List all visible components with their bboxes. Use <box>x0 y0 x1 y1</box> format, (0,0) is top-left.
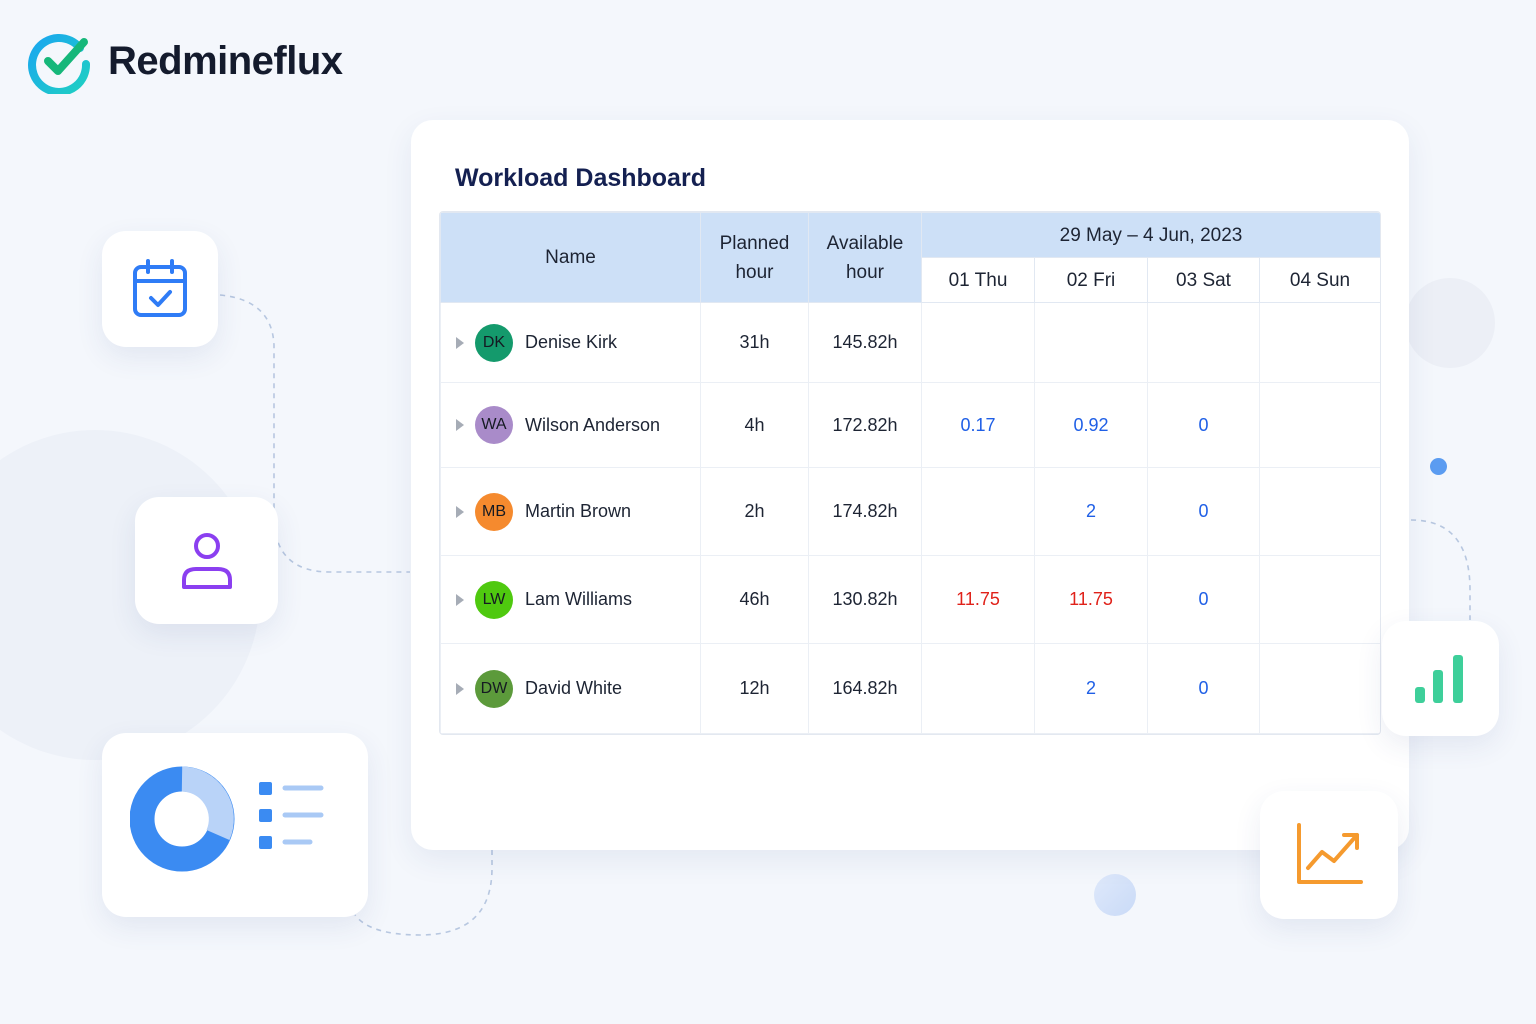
table-row[interactable]: DW David White 12h 164.82h 2 0 <box>440 643 1380 734</box>
planned-hour-cell: 12h <box>700 643 809 734</box>
decor-dot <box>1430 458 1447 475</box>
check-circle-logo-icon <box>28 34 91 94</box>
day-hours-cell <box>1147 302 1260 383</box>
table-row[interactable]: MB Martin Brown 2h 174.82h 2 0 <box>440 467 1380 556</box>
calendar-check-icon <box>133 259 187 317</box>
name-cell: WA Wilson Anderson <box>440 382 701 468</box>
column-header-day: 03 Sat <box>1147 257 1260 303</box>
day-hours-cell: 0 <box>1147 382 1260 468</box>
day-hours-cell <box>1034 302 1148 383</box>
column-header-day: 04 Sun <box>1259 257 1380 303</box>
calendar-card <box>102 231 218 347</box>
trend-card <box>1260 791 1398 919</box>
available-hour-cell: 174.82h <box>808 467 922 556</box>
column-header-available-hour[interactable]: Available hour <box>808 212 922 303</box>
day-hours-cell <box>921 302 1035 383</box>
day-hours-cell: 0 <box>1147 555 1260 644</box>
user-name: Wilson Anderson <box>525 414 661 435</box>
column-header-planned-hour[interactable]: Planned hour <box>700 212 809 303</box>
day-hours-cell <box>921 643 1035 734</box>
user-card <box>135 497 278 624</box>
table-row[interactable]: LW Lam Williams 46h 130.82h 11.75 11.75 0 <box>440 555 1380 644</box>
avatar: DW <box>475 669 513 708</box>
brand: Redmineflux <box>28 28 343 94</box>
day-hours-cell: 2 <box>1034 643 1148 734</box>
day-hours-cell: 11.75 <box>921 555 1035 644</box>
available-hour-cell: 145.82h <box>808 302 922 383</box>
available-hour-cell: 164.82h <box>808 643 922 734</box>
column-header-date-range: 29 May – 4 Jun, 2023 <box>921 212 1380 258</box>
name-cell: DK Denise Kirk <box>440 302 701 383</box>
avatar: MB <box>475 492 513 531</box>
column-header-name[interactable]: Name <box>440 212 701 303</box>
planned-hour-cell: 46h <box>700 555 809 644</box>
planned-hour-cell: 4h <box>700 382 809 468</box>
day-hours-cell <box>921 467 1035 556</box>
day-hours-cell: 0.92 <box>1034 382 1148 468</box>
day-hours-cell: 11.75 <box>1034 555 1148 644</box>
avatar: DK <box>475 323 513 362</box>
available-hour-cell: 130.82h <box>808 555 922 644</box>
workload-table: Name Planned hour Available hour 29 May – … <box>439 211 1381 735</box>
expand-arrow-icon[interactable] <box>456 593 464 606</box>
user-name: Lam Williams <box>525 589 633 609</box>
available-hour-cell: 172.82h <box>808 382 922 468</box>
expand-arrow-icon[interactable] <box>456 682 464 695</box>
day-hours-cell: 0.17 <box>921 382 1035 468</box>
avatar: LW <box>475 580 513 619</box>
day-hours-cell <box>1259 382 1380 468</box>
workload-dashboard-card: Workload Dashboard Name Planned hour Avai… <box>411 120 1409 850</box>
expand-arrow-icon[interactable] <box>456 336 464 349</box>
name-cell: MB Martin Brown <box>440 467 701 556</box>
day-hours-cell <box>1259 302 1380 383</box>
day-hours-cell <box>1259 555 1380 644</box>
user-name: Martin Brown <box>525 501 632 521</box>
day-hours-cell: 0 <box>1147 643 1260 734</box>
column-header-day: 02 Fri <box>1034 257 1148 303</box>
day-hours-cell: 2 <box>1034 467 1148 556</box>
day-hours-cell <box>1259 643 1380 734</box>
expand-arrow-icon[interactable] <box>456 419 464 431</box>
expand-arrow-icon[interactable] <box>456 505 464 518</box>
planned-hour-cell: 31h <box>700 302 809 383</box>
avatar: WA <box>475 406 513 444</box>
bar-chart-icon <box>1414 654 1463 703</box>
background-blob <box>1405 278 1495 368</box>
bar-chart-card <box>1382 621 1499 736</box>
decor-dot <box>1094 874 1136 916</box>
name-cell: LW Lam Williams <box>440 555 701 644</box>
column-header-day: 01 Thu <box>921 257 1035 303</box>
dashboard-title: Workload Dashboard <box>455 164 706 192</box>
donut-chart-card <box>102 733 368 917</box>
day-hours-cell <box>1259 467 1380 556</box>
trend-up-icon <box>1297 823 1363 884</box>
table-row[interactable]: DK Denise Kirk 31h 145.82h <box>440 302 1380 383</box>
donut-chart-list-icon <box>130 766 324 872</box>
user-icon <box>181 532 232 589</box>
brand-name: Redmineflux <box>108 38 343 83</box>
planned-hour-cell: 2h <box>700 467 809 556</box>
user-name: Denise Kirk <box>525 332 618 352</box>
user-name: David White <box>525 678 623 698</box>
name-cell: DW David White <box>440 643 701 734</box>
day-hours-cell: 0 <box>1147 467 1260 556</box>
table-row[interactable]: WA Wilson Anderson 4h 172.82h 0.17 0.92 0 <box>440 382 1380 468</box>
